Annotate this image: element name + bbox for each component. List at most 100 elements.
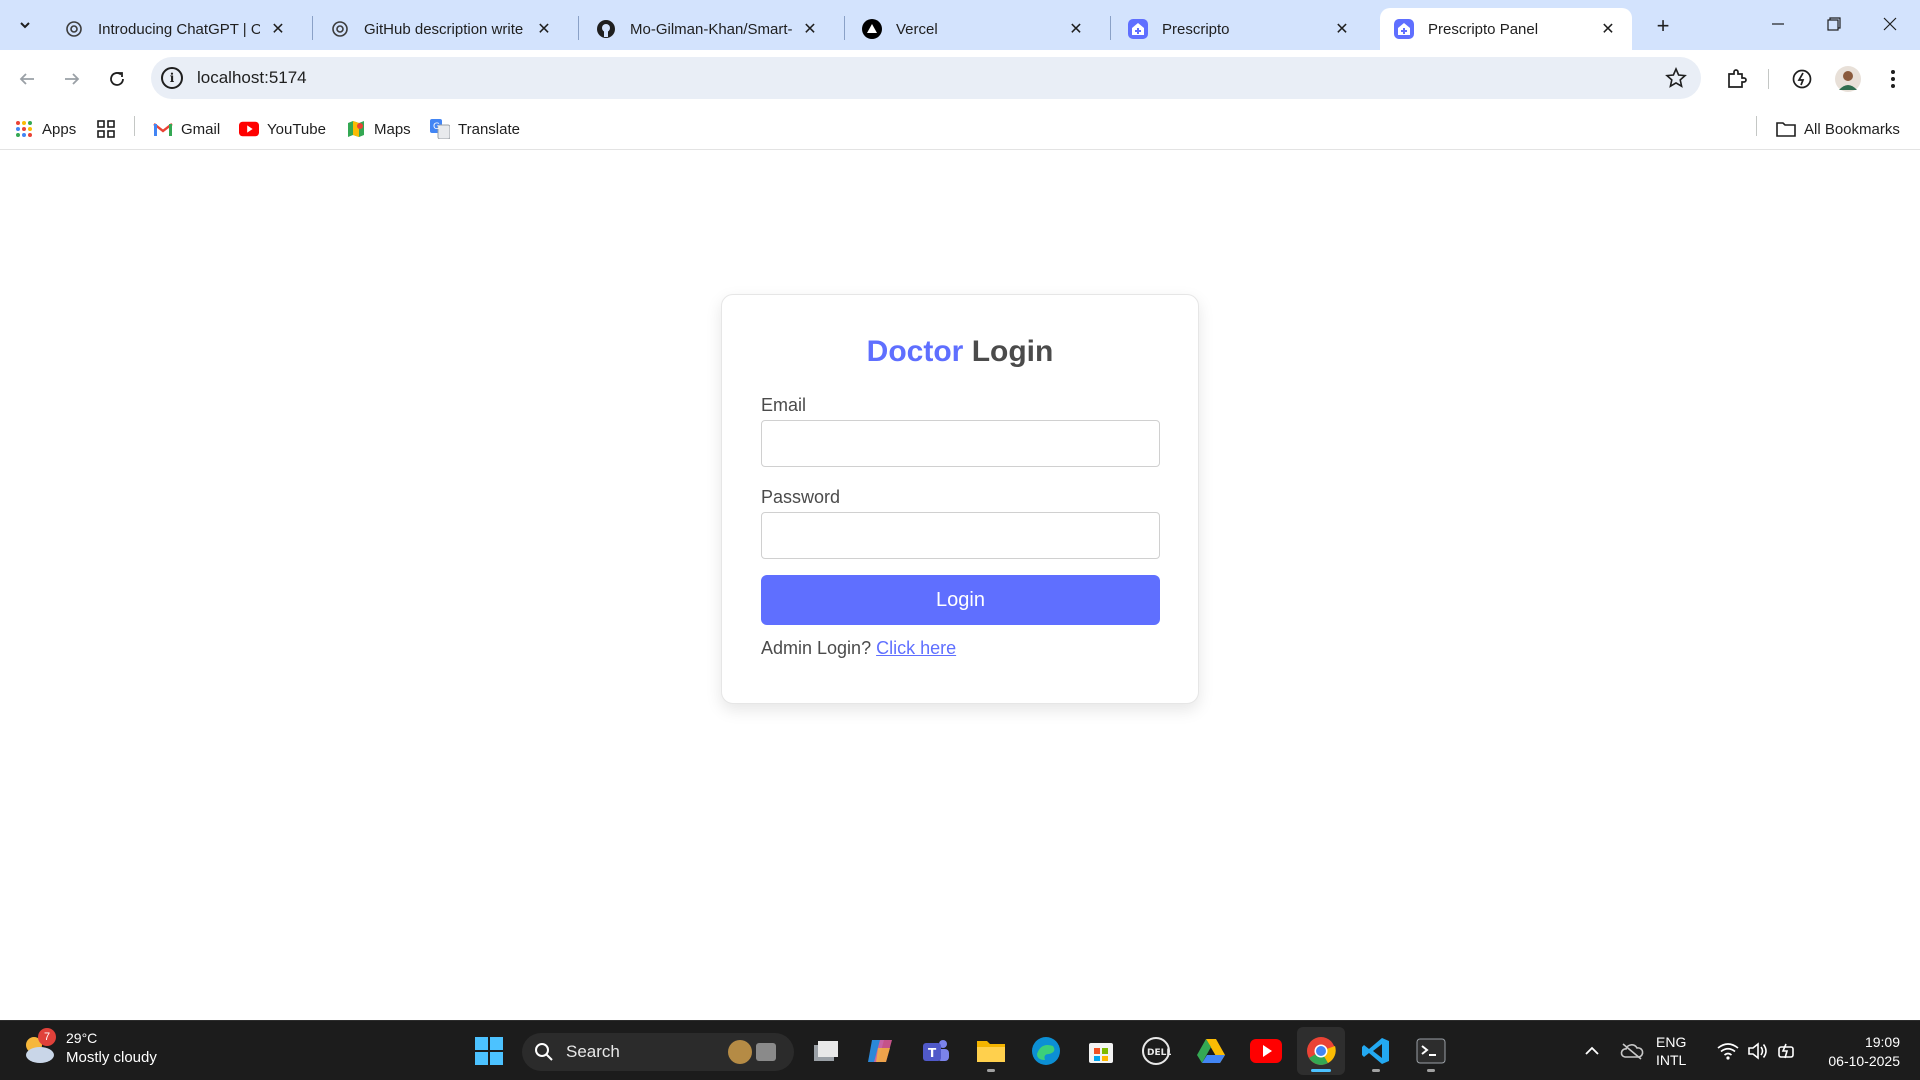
bookmarks-bar: Apps Gmail YouTube Maps G Translate All …: [0, 108, 1920, 150]
close-icon[interactable]: ✕: [268, 19, 288, 39]
svg-text:T: T: [928, 1046, 937, 1060]
vscode-button[interactable]: [1352, 1027, 1400, 1075]
tab-prescripto[interactable]: Prescripto ✕: [1114, 8, 1366, 50]
translate-icon: G: [430, 119, 450, 139]
chrome-menu-button[interactable]: [1875, 61, 1911, 97]
battery-button[interactable]: [1772, 1027, 1804, 1075]
microsoft-store-button[interactable]: [1077, 1027, 1125, 1075]
teams-icon: T: [923, 1040, 949, 1061]
url-text[interactable]: localhost:5174: [197, 68, 307, 88]
onedrive-button[interactable]: [1610, 1027, 1654, 1075]
bookmark-apps[interactable]: Apps: [14, 116, 76, 142]
email-label: Email: [761, 395, 807, 415]
close-window-button[interactable]: [1862, 0, 1918, 48]
start-button[interactable]: [465, 1027, 513, 1075]
admin-login-link[interactable]: Click here: [876, 638, 956, 658]
bookmark-divider: [134, 116, 135, 136]
close-icon[interactable]: ✕: [534, 19, 554, 39]
address-bar[interactable]: i localhost:5174: [151, 57, 1701, 99]
new-tab-button[interactable]: +: [1649, 12, 1677, 40]
bookmark-label: Apps: [42, 120, 77, 138]
bookmark-maps[interactable]: Maps: [346, 116, 411, 142]
close-icon: [1883, 17, 1897, 31]
tab-groups-button[interactable]: [96, 116, 124, 142]
grid-icon: [96, 119, 116, 139]
site-info-icon[interactable]: i: [161, 67, 183, 89]
close-icon[interactable]: ✕: [800, 19, 820, 39]
language-line-1: ENG: [1656, 1034, 1687, 1050]
tab-title: Introducing ChatGPT | Ope: [98, 20, 260, 38]
language-indicator[interactable]: ENG INTL: [1656, 1033, 1686, 1069]
arrow-left-icon: [19, 73, 34, 85]
email-field[interactable]: [761, 420, 1160, 467]
task-view-button[interactable]: [802, 1027, 850, 1075]
extensions-button[interactable]: [1718, 61, 1754, 97]
chevron-down-icon: [20, 22, 30, 29]
youtube-icon: [239, 119, 259, 139]
battery-charging-icon: [1778, 1043, 1794, 1059]
chrome-button[interactable]: [1297, 1027, 1345, 1075]
weather-condition: Mostly cloudy: [66, 1049, 157, 1066]
clock-date: 06-10-2025: [1828, 1053, 1900, 1069]
volume-icon: [1748, 1042, 1767, 1060]
bookmark-translate[interactable]: G Translate: [430, 116, 520, 142]
all-bookmarks-button[interactable]: All Bookmarks: [1776, 116, 1900, 142]
minimize-icon: [1772, 23, 1784, 25]
minimize-button[interactable]: [1750, 0, 1806, 48]
bookmark-youtube[interactable]: YouTube: [239, 116, 326, 142]
tab-search-button[interactable]: [8, 8, 42, 42]
prescripto-icon: [1128, 19, 1148, 39]
restore-button[interactable]: [1806, 0, 1862, 48]
tab-chatgpt-intro[interactable]: Introducing ChatGPT | Ope ✕: [50, 8, 302, 50]
running-indicator: [1427, 1069, 1435, 1072]
store-icon: [1089, 1043, 1113, 1063]
google-drive-button[interactable]: [1187, 1027, 1235, 1075]
login-card: Doctor Login Email Password Login Admin …: [721, 294, 1199, 704]
tab-github-repo[interactable]: Mo-Gilman-Khan/Smart-M ✕: [582, 8, 834, 50]
close-icon[interactable]: ✕: [1332, 19, 1352, 39]
weather-widget[interactable]: 7 29°C Mostly cloudy: [20, 1028, 157, 1067]
youtube-app-button[interactable]: [1242, 1027, 1290, 1075]
close-icon[interactable]: ✕: [1066, 19, 1086, 39]
password-field[interactable]: [761, 512, 1160, 559]
wifi-button[interactable]: [1712, 1027, 1744, 1075]
tab-divider: [312, 16, 313, 40]
page-title: Doctor Login: [722, 335, 1198, 369]
tray-overflow-button[interactable]: [1568, 1027, 1616, 1075]
close-icon[interactable]: ✕: [1598, 19, 1618, 39]
bookmark-gmail[interactable]: Gmail: [153, 116, 220, 142]
search-icon: [535, 1043, 553, 1061]
tab-prescripto-panel[interactable]: Prescripto Panel ✕: [1380, 8, 1632, 50]
copilot-button[interactable]: [857, 1027, 905, 1075]
forward-button[interactable]: [54, 61, 90, 97]
teams-button[interactable]: T: [912, 1027, 960, 1075]
running-indicator: [1372, 1069, 1380, 1072]
tab-github-description[interactable]: GitHub description write ✕: [316, 8, 568, 50]
bookmark-star-icon[interactable]: [1665, 66, 1687, 94]
file-explorer-button[interactable]: [967, 1027, 1015, 1075]
tab-vercel[interactable]: Vercel ✕: [848, 8, 1100, 50]
volume-button[interactable]: [1742, 1027, 1774, 1075]
github-icon: [596, 19, 616, 39]
system-clock[interactable]: 19:09 06-10-2025: [1810, 1033, 1900, 1071]
svg-text:G: G: [433, 122, 440, 132]
terminal-button[interactable]: [1407, 1027, 1455, 1075]
edge-button[interactable]: [1022, 1027, 1070, 1075]
svg-text:DELL: DELL: [1147, 1048, 1171, 1058]
edge-icon: [1032, 1037, 1060, 1065]
reload-button[interactable]: [99, 61, 135, 97]
title-rest: Login: [971, 335, 1054, 368]
dell-button[interactable]: DELL: [1132, 1027, 1180, 1075]
clock-time: 19:09: [1864, 1034, 1900, 1050]
login-button[interactable]: Login: [761, 575, 1160, 625]
back-button[interactable]: [9, 61, 45, 97]
folder-icon: [1776, 119, 1796, 139]
tab-title: Prescripto Panel: [1428, 20, 1539, 38]
windows-taskbar: 7 29°C Mostly cloudy Search T DELL ENG I…: [0, 1020, 1920, 1080]
terminal-icon: [1416, 1038, 1446, 1064]
performance-button[interactable]: [1784, 61, 1820, 97]
youtube-icon: [1250, 1039, 1282, 1063]
chatgpt-icon: [64, 19, 84, 39]
taskbar-search[interactable]: Search: [522, 1033, 794, 1071]
profile-button[interactable]: [1830, 61, 1866, 97]
